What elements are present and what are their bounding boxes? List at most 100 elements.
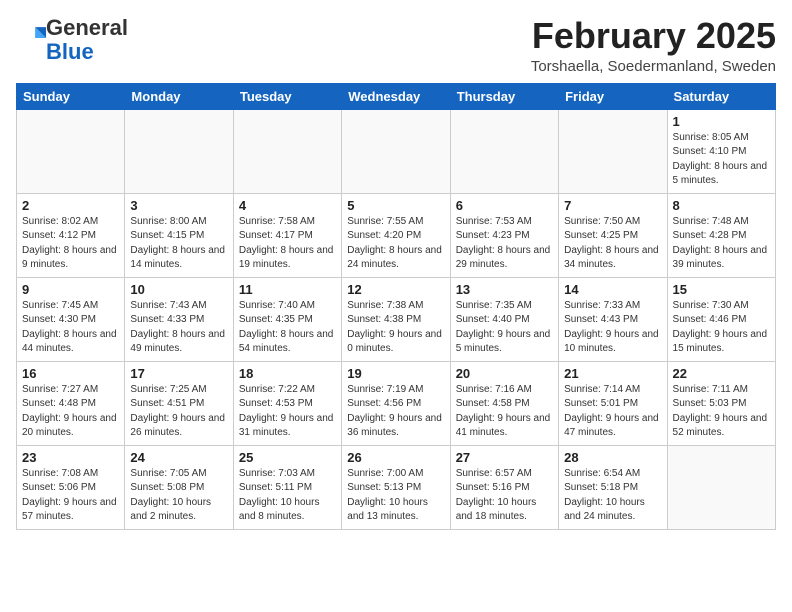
day-info: Sunrise: 7:27 AM Sunset: 4:48 PM Dayligh… bbox=[22, 383, 119, 441]
day-info: Sunrise: 6:54 AM Sunset: 5:18 PM Dayligh… bbox=[564, 467, 661, 525]
day-number: 18 bbox=[239, 366, 336, 381]
day-number: 22 bbox=[673, 366, 770, 381]
day-info: Sunrise: 7:19 AM Sunset: 4:56 PM Dayligh… bbox=[347, 383, 444, 441]
calendar-cell: 20 Sunrise: 7:16 AM Sunset: 4:58 PM Dayli… bbox=[450, 361, 558, 445]
day-number: 1 bbox=[673, 114, 770, 129]
calendar-cell: 16Sunrise: 7:27 AM Sunset: 4:48 PM Dayli… bbox=[17, 361, 125, 445]
day-info: Sunrise: 8:02 AM Sunset: 4:12 PM Dayligh… bbox=[22, 215, 119, 273]
day-info: Sunrise: 7:30 AM Sunset: 4:46 PM Dayligh… bbox=[673, 299, 770, 357]
calendar-cell: 28Sunrise: 6:54 AM Sunset: 5:18 PM Dayli… bbox=[559, 445, 667, 529]
day-number: 7 bbox=[564, 198, 661, 213]
day-info: Sunrise: 7:38 AM Sunset: 4:38 PM Dayligh… bbox=[347, 299, 444, 357]
calendar-cell bbox=[667, 445, 775, 529]
calendar-cell: 3Sunrise: 8:00 AM Sunset: 4:15 PM Daylig… bbox=[125, 193, 233, 277]
calendar-week-2: 2 Sunrise: 8:02 AM Sunset: 4:12 PM Daylig… bbox=[17, 193, 776, 277]
calendar-cell bbox=[233, 109, 341, 193]
day-number: 3 bbox=[130, 198, 227, 213]
calendar-week-4: 16Sunrise: 7:27 AM Sunset: 4:48 PM Dayli… bbox=[17, 361, 776, 445]
day-number: 12 bbox=[347, 282, 444, 297]
calendar-cell bbox=[342, 109, 450, 193]
calendar-cell bbox=[559, 109, 667, 193]
calendar-cell: 5 Sunrise: 7:55 AM Sunset: 4:20 PM Daylig… bbox=[342, 193, 450, 277]
calendar-cell: 13Sunrise: 7:35 AM Sunset: 4:40 PM Dayli… bbox=[450, 277, 558, 361]
day-info: Sunrise: 7:03 AM Sunset: 5:11 PM Dayligh… bbox=[239, 467, 336, 525]
day-info: Sunrise: 7:22 AM Sunset: 4:53 PM Dayligh… bbox=[239, 383, 336, 441]
calendar-cell bbox=[17, 109, 125, 193]
day-info: Sunrise: 7:05 AM Sunset: 5:08 PM Dayligh… bbox=[130, 467, 227, 525]
day-number: 24 bbox=[130, 450, 227, 465]
weekday-header-friday: Friday bbox=[559, 83, 667, 109]
day-number: 27 bbox=[456, 450, 553, 465]
day-info: Sunrise: 7:58 AM Sunset: 4:17 PM Dayligh… bbox=[239, 215, 336, 273]
day-number: 14 bbox=[564, 282, 661, 297]
day-number: 23 bbox=[22, 450, 119, 465]
logo-blue-text: Blue bbox=[46, 39, 94, 64]
weekday-header-row: SundayMondayTuesdayWednesdayThursdayFrid… bbox=[17, 83, 776, 109]
weekday-header-wednesday: Wednesday bbox=[342, 83, 450, 109]
day-number: 8 bbox=[673, 198, 770, 213]
day-info: Sunrise: 7:55 AM Sunset: 4:20 PM Dayligh… bbox=[347, 215, 444, 273]
calendar-cell: 12 Sunrise: 7:38 AM Sunset: 4:38 PM Dayli… bbox=[342, 277, 450, 361]
calendar-cell: 24 Sunrise: 7:05 AM Sunset: 5:08 PM Dayli… bbox=[125, 445, 233, 529]
page-header: General Blue February 2025 Torshaella, S… bbox=[16, 16, 776, 75]
calendar-cell: 9 Sunrise: 7:45 AM Sunset: 4:30 PM Daylig… bbox=[17, 277, 125, 361]
calendar-cell: 11 Sunrise: 7:40 AM Sunset: 4:35 PM Dayli… bbox=[233, 277, 341, 361]
day-number: 19 bbox=[347, 366, 444, 381]
day-number: 25 bbox=[239, 450, 336, 465]
weekday-header-monday: Monday bbox=[125, 83, 233, 109]
logo-general-text: General bbox=[46, 15, 128, 40]
calendar-cell: 26Sunrise: 7:00 AM Sunset: 5:13 PM Dayli… bbox=[342, 445, 450, 529]
location-subtitle: Torshaella, Soedermanland, Sweden bbox=[531, 58, 776, 75]
day-number: 17 bbox=[130, 366, 227, 381]
calendar-cell: 8Sunrise: 7:48 AM Sunset: 4:28 PM Daylig… bbox=[667, 193, 775, 277]
calendar-cell: 27 Sunrise: 6:57 AM Sunset: 5:16 PM Dayli… bbox=[450, 445, 558, 529]
title-block: February 2025 Torshaella, Soedermanland,… bbox=[531, 16, 776, 75]
calendar-cell: 10Sunrise: 7:43 AM Sunset: 4:33 PM Dayli… bbox=[125, 277, 233, 361]
day-info: Sunrise: 7:53 AM Sunset: 4:23 PM Dayligh… bbox=[456, 215, 553, 273]
calendar-cell: 25 Sunrise: 7:03 AM Sunset: 5:11 PM Dayli… bbox=[233, 445, 341, 529]
calendar-cell: 21 Sunrise: 7:14 AM Sunset: 5:01 PM Dayli… bbox=[559, 361, 667, 445]
day-number: 5 bbox=[347, 198, 444, 213]
day-number: 21 bbox=[564, 366, 661, 381]
calendar-cell: 17 Sunrise: 7:25 AM Sunset: 4:51 PM Dayli… bbox=[125, 361, 233, 445]
day-number: 15 bbox=[673, 282, 770, 297]
day-number: 20 bbox=[456, 366, 553, 381]
day-info: Sunrise: 7:08 AM Sunset: 5:06 PM Dayligh… bbox=[22, 467, 119, 525]
day-info: Sunrise: 7:25 AM Sunset: 4:51 PM Dayligh… bbox=[130, 383, 227, 441]
calendar-cell: 2 Sunrise: 8:02 AM Sunset: 4:12 PM Daylig… bbox=[17, 193, 125, 277]
weekday-header-saturday: Saturday bbox=[667, 83, 775, 109]
day-info: Sunrise: 6:57 AM Sunset: 5:16 PM Dayligh… bbox=[456, 467, 553, 525]
month-title: February 2025 bbox=[531, 16, 776, 56]
day-info: Sunrise: 7:40 AM Sunset: 4:35 PM Dayligh… bbox=[239, 299, 336, 357]
logo: General Blue bbox=[16, 16, 128, 64]
day-number: 6 bbox=[456, 198, 553, 213]
day-info: Sunrise: 7:35 AM Sunset: 4:40 PM Dayligh… bbox=[456, 299, 553, 357]
day-info: Sunrise: 7:14 AM Sunset: 5:01 PM Dayligh… bbox=[564, 383, 661, 441]
calendar-cell bbox=[125, 109, 233, 193]
calendar-cell bbox=[450, 109, 558, 193]
day-info: Sunrise: 7:45 AM Sunset: 4:30 PM Dayligh… bbox=[22, 299, 119, 357]
weekday-header-thursday: Thursday bbox=[450, 83, 558, 109]
calendar-table: SundayMondayTuesdayWednesdayThursdayFrid… bbox=[16, 83, 776, 530]
day-info: Sunrise: 7:16 AM Sunset: 4:58 PM Dayligh… bbox=[456, 383, 553, 441]
calendar-cell: 4 Sunrise: 7:58 AM Sunset: 4:17 PM Daylig… bbox=[233, 193, 341, 277]
calendar-cell: 6 Sunrise: 7:53 AM Sunset: 4:23 PM Daylig… bbox=[450, 193, 558, 277]
day-info: Sunrise: 7:43 AM Sunset: 4:33 PM Dayligh… bbox=[130, 299, 227, 357]
day-number: 4 bbox=[239, 198, 336, 213]
day-info: Sunrise: 7:11 AM Sunset: 5:03 PM Dayligh… bbox=[673, 383, 770, 441]
weekday-header-tuesday: Tuesday bbox=[233, 83, 341, 109]
calendar-cell: 18 Sunrise: 7:22 AM Sunset: 4:53 PM Dayli… bbox=[233, 361, 341, 445]
weekday-header-sunday: Sunday bbox=[17, 83, 125, 109]
calendar-cell: 14Sunrise: 7:33 AM Sunset: 4:43 PM Dayli… bbox=[559, 277, 667, 361]
day-number: 9 bbox=[22, 282, 119, 297]
calendar-cell: 23 Sunrise: 7:08 AM Sunset: 5:06 PM Dayli… bbox=[17, 445, 125, 529]
day-number: 11 bbox=[239, 282, 336, 297]
calendar-week-3: 9 Sunrise: 7:45 AM Sunset: 4:30 PM Daylig… bbox=[17, 277, 776, 361]
calendar-cell: 7Sunrise: 7:50 AM Sunset: 4:25 PM Daylig… bbox=[559, 193, 667, 277]
calendar-week-5: 23 Sunrise: 7:08 AM Sunset: 5:06 PM Dayli… bbox=[17, 445, 776, 529]
calendar-cell: 22 Sunrise: 7:11 AM Sunset: 5:03 PM Dayli… bbox=[667, 361, 775, 445]
day-number: 2 bbox=[22, 198, 119, 213]
calendar-cell: 19 Sunrise: 7:19 AM Sunset: 4:56 PM Dayli… bbox=[342, 361, 450, 445]
calendar-cell: 1Sunrise: 8:05 AM Sunset: 4:10 PM Daylig… bbox=[667, 109, 775, 193]
calendar-cell: 15 Sunrise: 7:30 AM Sunset: 4:46 PM Dayli… bbox=[667, 277, 775, 361]
